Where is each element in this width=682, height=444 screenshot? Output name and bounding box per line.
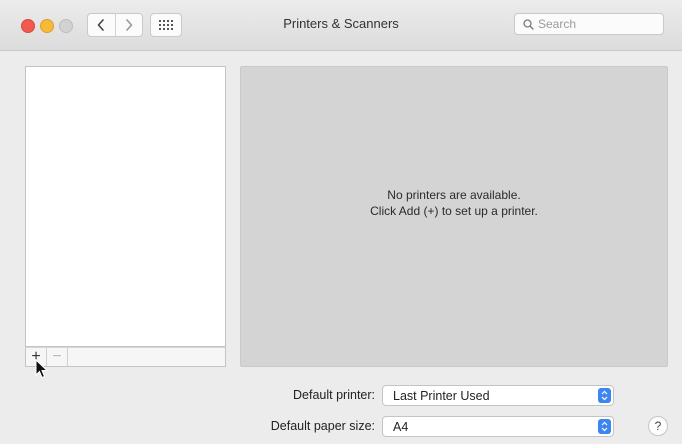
- default-printer-value: Last Printer Used: [393, 388, 490, 403]
- default-paper-size-value: A4: [393, 419, 409, 434]
- printer-detail-panel: No printers are available. Click Add (+)…: [240, 66, 668, 367]
- empty-state-message: No printers are available. Click Add (+)…: [241, 187, 667, 219]
- grid-icon: [159, 20, 173, 30]
- printers-scanners-window: Printers & Scanners + − No printers are …: [0, 0, 682, 444]
- popup-arrows-icon: [598, 388, 611, 403]
- default-printer-popup[interactable]: Last Printer Used: [382, 385, 614, 406]
- remove-printer-button[interactable]: −: [47, 348, 68, 366]
- navigation-buttons: [87, 13, 143, 37]
- close-window-button[interactable]: [21, 19, 35, 33]
- show-all-button[interactable]: [150, 13, 182, 37]
- default-printer-label: Default printer:: [293, 388, 375, 402]
- chevron-left-icon: [97, 19, 105, 31]
- search-field[interactable]: [514, 13, 664, 35]
- popup-arrows-icon: [598, 419, 611, 434]
- default-paper-size-label: Default paper size:: [270, 419, 375, 433]
- empty-state-line-1: No printers are available.: [387, 188, 521, 202]
- back-button[interactable]: [88, 14, 116, 36]
- title-bar: Printers & Scanners: [0, 0, 682, 51]
- empty-state-line-2: Click Add (+) to set up a printer.: [370, 204, 538, 218]
- printer-list-toolbar: + −: [25, 347, 226, 367]
- zoom-window-button[interactable]: [59, 19, 73, 33]
- default-paper-size-popup[interactable]: A4: [382, 416, 614, 437]
- add-printer-button[interactable]: +: [26, 348, 47, 366]
- search-icon: [523, 18, 534, 30]
- printer-list[interactable]: [25, 66, 226, 347]
- search-input[interactable]: [538, 17, 653, 31]
- help-button[interactable]: ?: [648, 416, 668, 436]
- minimize-window-button[interactable]: [40, 19, 54, 33]
- forward-button[interactable]: [116, 14, 143, 36]
- chevron-right-icon: [125, 19, 133, 31]
